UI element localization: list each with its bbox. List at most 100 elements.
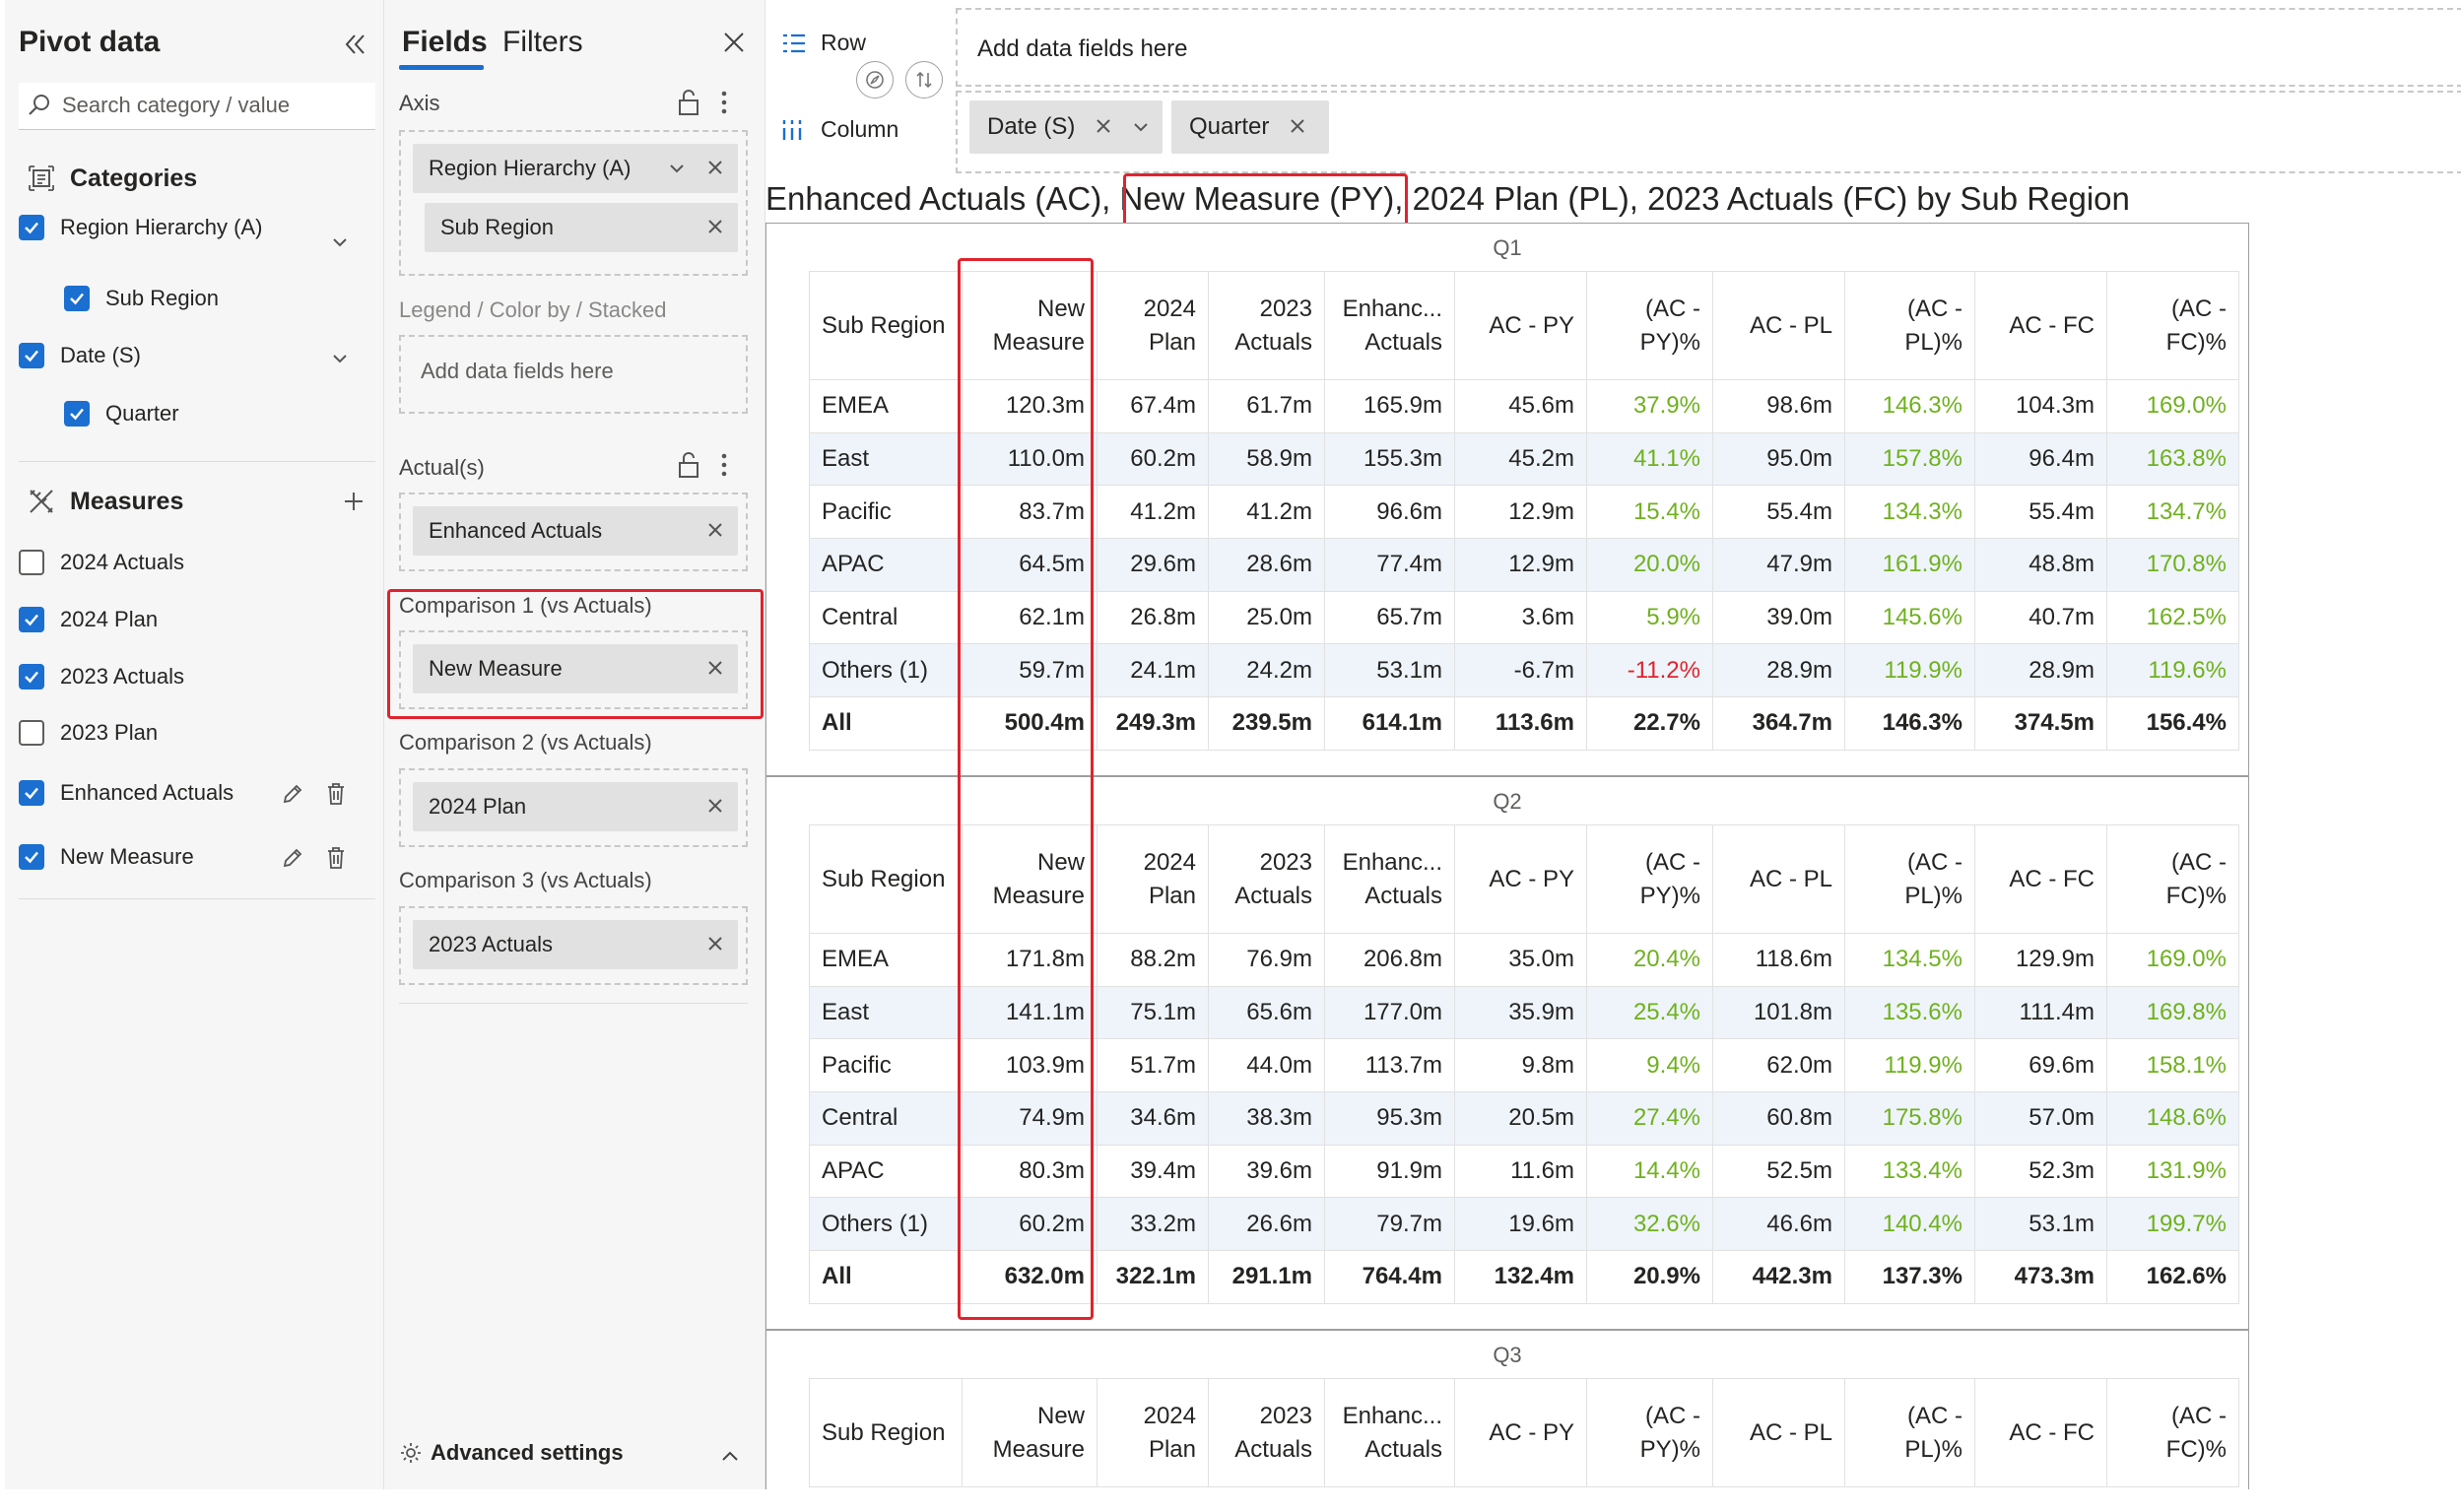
column-header[interactable]: Sub Region	[809, 271, 963, 380]
column-header[interactable]: (AC - FC)%	[2106, 824, 2239, 934]
axis-chip-region-hierarchy[interactable]: Region Hierarchy (A)	[413, 144, 738, 193]
edit-icon[interactable]	[279, 844, 306, 872]
category-region-hierarchy[interactable]: Region Hierarchy (A)	[19, 215, 262, 240]
comparison2-well[interactable]: 2024 Plan	[399, 768, 748, 847]
category-quarter[interactable]: Quarter	[64, 401, 179, 427]
comparison3-chip[interactable]: 2023 Actuals	[413, 920, 738, 969]
checkbox-checked-icon[interactable]	[19, 215, 44, 240]
chevron-down-icon[interactable]	[326, 229, 354, 256]
checkbox-checked-icon[interactable]	[19, 844, 44, 870]
value-cell: 140.4%	[1844, 1197, 1975, 1252]
column-header[interactable]: AC - PL	[1712, 1378, 1845, 1487]
actuals-well[interactable]: Enhanced Actuals	[399, 493, 748, 571]
value-cell: 62.0m	[1712, 1038, 1845, 1093]
column-header[interactable]: (AC - PY)%	[1586, 824, 1713, 934]
measure-2024-actuals[interactable]: 2024 Actuals	[19, 550, 184, 575]
axis-well[interactable]: Region Hierarchy (A) Sub Region	[399, 130, 748, 276]
delete-icon[interactable]	[322, 780, 350, 808]
axis-chip-sub-region[interactable]: Sub Region	[425, 203, 738, 252]
column-header[interactable]: 2023 Actuals	[1208, 824, 1325, 934]
remove-icon[interactable]	[1094, 116, 1113, 136]
column-header[interactable]: AC - FC	[1974, 271, 2107, 380]
column-header[interactable]: AC - PY	[1454, 824, 1587, 934]
measure-2023-actuals[interactable]: 2023 Actuals	[19, 664, 184, 690]
column-header[interactable]: New Measure	[962, 1378, 1097, 1487]
category-date[interactable]: Date (S)	[19, 343, 141, 368]
column-header[interactable]: (AC - PL)%	[1844, 824, 1975, 934]
actuals-chip[interactable]: Enhanced Actuals	[413, 506, 738, 556]
column-header[interactable]: Enhanc... Actuals	[1324, 824, 1455, 934]
more-options-icon[interactable]	[719, 451, 745, 481]
column-header[interactable]: (AC - FC)%	[2106, 271, 2239, 380]
measure-enhanced-actuals[interactable]: Enhanced Actuals	[19, 780, 233, 806]
advanced-settings[interactable]: Advanced settings	[399, 1440, 624, 1466]
chevron-down-icon[interactable]	[326, 345, 354, 372]
remove-icon[interactable]	[1288, 116, 1307, 136]
column-header[interactable]: (AC - PL)%	[1844, 1378, 1975, 1487]
checkbox-checked-icon[interactable]	[19, 664, 44, 690]
remove-icon[interactable]	[704, 933, 726, 954]
column-header[interactable]: (AC - PL)%	[1844, 271, 1975, 380]
row-dropzone[interactable]: Add data fields here	[956, 8, 2461, 87]
value-cell: 53.1m	[1324, 643, 1455, 698]
column-header[interactable]: 2024 Plan	[1097, 271, 1209, 380]
checkbox-checked-icon[interactable]	[64, 401, 90, 427]
report-title: Enhanced Actuals (AC), New Measure (PY),…	[765, 180, 2130, 218]
column-header[interactable]: AC - FC	[1974, 824, 2107, 934]
column-header[interactable]: 2023 Actuals	[1208, 271, 1325, 380]
column-header[interactable]: 2024 Plan	[1097, 824, 1209, 934]
column-header[interactable]: Enhanc... Actuals	[1324, 1378, 1455, 1487]
remove-icon[interactable]	[704, 519, 726, 541]
edit-icon[interactable]	[279, 780, 306, 808]
row-axis-button[interactable]: Row	[781, 30, 866, 56]
column-header[interactable]: (AC - PY)%	[1586, 271, 1713, 380]
close-icon[interactable]	[719, 28, 749, 57]
add-measure-icon[interactable]	[340, 488, 367, 515]
column-header[interactable]: AC - FC	[1974, 1378, 2107, 1487]
column-header[interactable]: 2024 Plan	[1097, 1378, 1209, 1487]
column-header[interactable]: AC - PY	[1454, 1378, 1587, 1487]
column-header[interactable]: (AC - PY)%	[1586, 1378, 1713, 1487]
column-header[interactable]: (AC - FC)%	[2106, 1378, 2239, 1487]
checkbox-checked-icon[interactable]	[19, 780, 44, 806]
delete-icon[interactable]	[322, 844, 350, 872]
comparison3-well[interactable]: 2023 Actuals	[399, 906, 748, 985]
column-chip-quarter[interactable]: Quarter	[1171, 100, 1329, 154]
chevron-down-icon[interactable]	[1131, 117, 1151, 137]
comparison2-chip[interactable]: 2024 Plan	[413, 782, 738, 831]
column-header[interactable]: Enhanc... Actuals	[1324, 271, 1455, 380]
remove-icon[interactable]	[704, 216, 726, 237]
lock-icon[interactable]	[677, 451, 702, 481]
column-chip-date[interactable]: Date (S)	[969, 100, 1163, 154]
more-options-icon[interactable]	[719, 89, 745, 118]
category-sub-region[interactable]: Sub Region	[64, 286, 219, 311]
column-header[interactable]: Sub Region	[809, 824, 963, 934]
chevron-up-icon[interactable]	[719, 1446, 741, 1468]
measure-new-measure[interactable]: New Measure	[19, 844, 194, 870]
tab-filters[interactable]: Filters	[502, 26, 583, 59]
column-axis-button[interactable]: Column	[781, 116, 898, 143]
checkbox-checked-icon[interactable]	[64, 286, 90, 311]
column-header[interactable]: AC - PL	[1712, 824, 1845, 934]
checkbox-checked-icon[interactable]	[19, 343, 44, 368]
checkbox-unchecked-icon[interactable]	[19, 720, 44, 746]
checkbox-unchecked-icon[interactable]	[19, 550, 44, 575]
row-dropzone-placeholder: Add data fields here	[977, 35, 1188, 62]
swap-axis-icon[interactable]	[905, 61, 943, 99]
compass-icon[interactable]	[856, 61, 894, 99]
legend-well[interactable]: Add data fields here	[399, 335, 748, 414]
checkbox-checked-icon[interactable]	[19, 607, 44, 632]
measure-2023-plan[interactable]: 2023 Plan	[19, 720, 158, 746]
column-header[interactable]: AC - PL	[1712, 271, 1845, 380]
search-input[interactable]	[62, 89, 358, 122]
measure-2024-plan[interactable]: 2024 Plan	[19, 607, 158, 632]
column-header[interactable]: 2023 Actuals	[1208, 1378, 1325, 1487]
remove-icon[interactable]	[704, 157, 726, 178]
column-header[interactable]: Sub Region	[809, 1378, 963, 1487]
remove-icon[interactable]	[704, 795, 726, 817]
tab-fields[interactable]: Fields	[402, 26, 488, 59]
chevron-down-icon[interactable]	[667, 159, 687, 178]
lock-icon[interactable]	[677, 89, 702, 118]
column-header[interactable]: AC - PY	[1454, 271, 1587, 380]
collapse-panel-icon[interactable]	[340, 30, 369, 59]
